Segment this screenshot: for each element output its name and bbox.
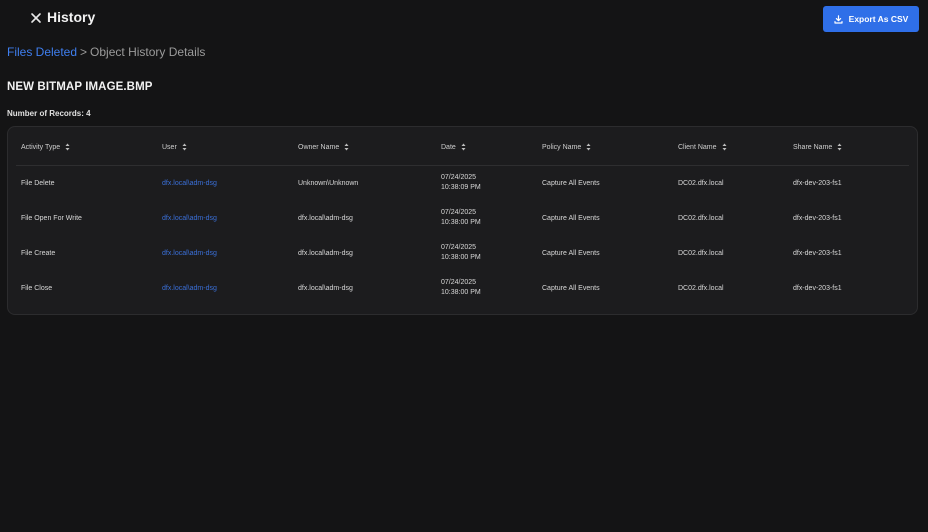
cell-user-link[interactable]: dfx.local\adm-dsg	[162, 249, 217, 259]
column-header-date[interactable]: Date	[441, 143, 466, 151]
cell-user-link[interactable]: dfx.local\adm-dsg	[162, 179, 217, 189]
sort-icon	[837, 143, 842, 151]
cell-client-name: DC02.dfx.local	[678, 215, 724, 222]
sort-icon	[461, 143, 466, 151]
cell-date: 07/24/2025 10:38:09 PM	[441, 173, 481, 193]
history-table: Activity Type User Owner Name Date Polic…	[7, 126, 918, 315]
sort-icon	[182, 143, 187, 151]
cell-share-name: dfx-dev-203-fs1	[793, 180, 842, 187]
cell-share-name: dfx-dev-203-fs1	[793, 250, 842, 257]
cell-activity-type: File Close	[21, 285, 53, 292]
download-icon	[834, 14, 843, 24]
cell-owner-name: dfx.local\adm-dsg	[298, 215, 353, 222]
breadcrumb-separator: >	[80, 45, 88, 59]
cell-owner-name: Unknown\Unknown	[298, 180, 359, 187]
cell-date-time: 10:38:00 PM	[441, 289, 481, 296]
column-header-policy-name[interactable]: Policy Name	[542, 143, 591, 151]
cell-date-day: 07/24/2025	[441, 209, 477, 216]
cell-policy-name: Capture All Events	[542, 285, 600, 292]
cell-share-name: dfx-dev-203-fs1	[793, 285, 842, 292]
cell-activity-type: File Create	[21, 250, 56, 257]
sort-icon	[586, 143, 591, 151]
cell-user-link[interactable]: dfx.local\adm-dsg	[162, 284, 217, 294]
table-row[interactable]: File Open For Write dfx.local\adm-dsg df…	[8, 201, 917, 236]
cell-date-time: 10:38:00 PM	[441, 219, 481, 226]
column-header-client-name[interactable]: Client Name	[678, 143, 727, 151]
cell-activity-type: File Open For Write	[21, 215, 82, 222]
close-button[interactable]	[29, 11, 43, 25]
record-count: Number of Records: 4	[7, 109, 91, 118]
cell-share-name: dfx-dev-203-fs1	[793, 215, 842, 222]
table-row[interactable]: File Delete dfx.local\adm-dsg Unknown\Un…	[8, 166, 917, 201]
cell-client-name: DC02.dfx.local	[678, 180, 724, 187]
cell-policy-name: Capture All Events	[542, 180, 600, 187]
cell-date-day: 07/24/2025	[441, 244, 477, 251]
column-header-share-name[interactable]: Share Name	[793, 143, 842, 151]
cell-date: 07/24/2025 10:38:00 PM	[441, 208, 481, 228]
column-header-activity-type[interactable]: Activity Type	[21, 143, 70, 151]
cell-policy-name: Capture All Events	[542, 250, 600, 257]
cell-client-name: DC02.dfx.local	[678, 285, 724, 292]
cell-owner-name: dfx.local\adm-dsg	[298, 285, 353, 292]
cell-policy-name: Capture All Events	[542, 215, 600, 222]
page-title: NEW BITMAP IMAGE.BMP	[7, 81, 153, 93]
history-title: History	[47, 9, 96, 25]
breadcrumb: Files Deleted > Object History Details	[7, 45, 205, 59]
close-icon	[29, 11, 43, 25]
cell-date-time: 10:38:09 PM	[441, 184, 481, 191]
export-csv-button[interactable]: Export As CSV	[823, 6, 919, 32]
cell-owner-name: dfx.local\adm-dsg	[298, 250, 353, 257]
export-csv-label: Export As CSV	[848, 14, 909, 24]
table-row[interactable]: File Close dfx.local\adm-dsg dfx.local\a…	[8, 271, 917, 306]
sort-icon	[722, 143, 727, 151]
column-header-user[interactable]: User	[162, 143, 187, 151]
cell-date-time: 10:38:00 PM	[441, 254, 481, 261]
cell-date-day: 07/24/2025	[441, 279, 477, 286]
cell-activity-type: File Delete	[21, 180, 55, 187]
cell-client-name: DC02.dfx.local	[678, 250, 724, 257]
table-row[interactable]: File Create dfx.local\adm-dsg dfx.local\…	[8, 236, 917, 271]
breadcrumb-current: Object History Details	[90, 45, 206, 59]
cell-date-day: 07/24/2025	[441, 174, 477, 181]
sort-icon	[344, 143, 349, 151]
breadcrumb-files-deleted[interactable]: Files Deleted	[7, 45, 77, 59]
page-header: History Export As CSV	[0, 0, 928, 38]
cell-date: 07/24/2025 10:38:00 PM	[441, 243, 481, 263]
cell-user-link[interactable]: dfx.local\adm-dsg	[162, 214, 217, 224]
sort-icon	[65, 143, 70, 151]
column-header-owner-name[interactable]: Owner Name	[298, 143, 349, 151]
cell-date: 07/24/2025 10:38:00 PM	[441, 278, 481, 298]
